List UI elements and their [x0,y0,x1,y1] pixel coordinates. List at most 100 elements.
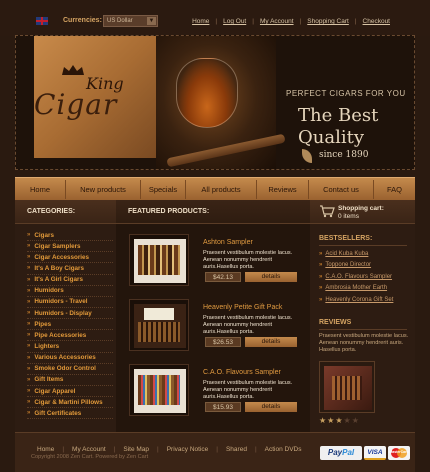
product-description: Praesent vestibulum molestie lacus. Aene… [203,250,293,271]
product-title[interactable]: Heavenly Petite Gift Pack [203,304,282,311]
bullet-icon: » [27,332,31,339]
footer-link-privacy[interactable]: Privacy Notice [159,446,217,453]
categories-sidebar: CATEGORIES: » Cigars » Cigar Samplers » Cig… [15,200,116,432]
main-nav: Home New products Specials All products … [15,177,415,200]
product-card: C.A.O. Flavours Sampler Praesent vestibu… [129,364,299,422]
shopping-cart-box[interactable]: Shopping cart: 0 items [310,200,415,224]
footer: Home | My Account | Site Map | Privacy N… [15,432,415,472]
bullet-icon: » [319,250,323,257]
mastercard-logo: MasterCard [388,446,410,460]
product-title[interactable]: C.A.O. Flavours Sampler [203,369,281,376]
top-link-home[interactable]: Home [186,18,215,25]
divider [319,245,407,246]
bullet-icon: » [27,243,31,250]
bestseller-item[interactable]: » C.A.O. Flavours Sampler [319,271,411,283]
leaf-icon [302,149,312,163]
footer-link-shared[interactable]: Shared [218,446,255,453]
bestseller-item[interactable]: » Toppone Director [319,260,411,272]
category-item[interactable]: » Cigar & Martini Pillows [27,397,113,409]
star-icon: ★ [327,416,335,425]
category-item[interactable]: » It's A Boy Cigars [27,263,113,275]
category-item[interactable]: » Lighters [27,341,113,353]
top-link-shopping-cart[interactable]: Shopping Cart [301,18,355,25]
category-item[interactable]: » Pipe Accessories [27,330,113,342]
bullet-icon: » [27,343,31,350]
category-item[interactable]: » Various Accessories [27,353,113,364]
categories-heading: CATEGORIES: [27,208,76,215]
bullet-icon: » [27,298,31,305]
nav-all-products[interactable]: All products [186,178,256,201]
product-image[interactable] [129,364,189,416]
bestseller-item[interactable]: » Heavenly Corona Gift Set [319,294,411,306]
bestsellers-heading: BESTSELLERS: [319,235,373,242]
category-item[interactable]: » Humidors - Display [27,308,113,320]
bullet-icon: » [27,310,31,317]
bullet-icon: » [319,262,323,269]
nav-faq[interactable]: FAQ [374,178,415,201]
bestseller-item[interactable]: » Ambrosia Mother Earth [319,283,411,295]
category-item[interactable]: » Gift Items [27,375,113,386]
footer-links: Home | My Account | Site Map | Privacy N… [29,446,310,453]
top-link-logout[interactable]: Log Out [217,18,252,25]
review-product-image[interactable] [319,361,375,413]
category-item[interactable]: » Smoke Odor Control [27,364,113,375]
chevron-down-icon: ▼ [147,17,156,25]
top-links: Home | Log Out | My Account | Shopping C… [186,18,396,25]
review-rating: ★ ★ ★ ★ ★ [319,416,359,425]
uk-flag-icon [36,17,48,25]
currency-selected-value: US Dollar [107,18,133,24]
bullet-icon: » [27,232,31,239]
brandy-glass-image [176,58,238,128]
header-banner: King Cigar PERFECT CIGARS FOR YOU The Be… [15,35,415,170]
bullet-icon: » [319,296,323,303]
product-description: Praesent vestibulum molestie lacus. Aene… [203,315,293,336]
product-image[interactable] [129,299,189,351]
bullet-icon: » [27,365,31,372]
nav-new-products[interactable]: New products [66,178,140,201]
footer-link-action-dvds[interactable]: Action DVDs [257,446,310,453]
banner-tagline: PERFECT CIGARS FOR YOU [286,89,406,98]
footer-link-my-account[interactable]: My Account [64,446,114,453]
category-item[interactable]: » Cigar Accessories [27,252,113,264]
star-icon: ★ [351,416,359,425]
currencies-label: Currencies: [63,17,102,24]
star-icon: ★ [343,416,351,425]
bestsellers-list: » Acid Kuba Kuba » Toppone Director » C.A.O… [319,248,411,306]
bullet-icon: » [319,273,323,280]
details-button[interactable]: details [245,272,297,282]
cart-item-count: 0 items [338,213,359,220]
nav-contact-us[interactable]: Contact us [309,178,373,201]
product-image[interactable] [129,234,189,286]
footer-link-home[interactable]: Home [29,446,62,453]
top-link-my-account[interactable]: My Account [254,18,300,25]
details-button[interactable]: details [245,337,297,347]
bestseller-item[interactable]: » Acid Kuba Kuba [319,248,411,260]
category-list: » Cigars » Cigar Samplers » Cigar Accessori… [27,230,113,420]
cart-title: Shopping cart: [338,205,384,212]
nav-home[interactable]: Home [15,178,65,201]
details-button[interactable]: details [245,402,297,412]
product-price: $42.13 [205,272,241,282]
category-item[interactable]: » Cigar Apparel [27,386,113,398]
category-item[interactable]: » Gift Certificates [27,408,113,420]
top-bar: Currencies: US Dollar ▼ Home | Log Out |… [0,0,430,36]
bullet-icon: » [27,410,31,417]
category-item[interactable]: » Cigar Samplers [27,241,113,253]
product-title[interactable]: Ashton Sampler [203,239,253,246]
copyright: Copyright 2008 Zen Cart. Powered by Zen … [31,454,149,460]
nav-reviews[interactable]: Reviews [257,178,308,201]
category-item[interactable]: » Pipes [27,319,113,331]
category-item[interactable]: » Humidors - Travel [27,297,113,308]
category-item[interactable]: » Humidors [27,286,113,297]
banner-headline-1: The Best [298,105,379,126]
bullet-icon: » [27,399,31,406]
nav-specials[interactable]: Specials [141,178,185,201]
category-item[interactable]: » It's A Girl Cigars [27,275,113,286]
category-item[interactable]: » Cigars [27,230,113,242]
product-card: Ashton Sampler Praesent vestibulum moles… [129,234,299,292]
currency-select[interactable]: US Dollar ▼ [103,15,158,27]
bullet-icon: » [27,376,31,383]
top-link-checkout[interactable]: Checkout [357,18,396,25]
footer-link-site-map[interactable]: Site Map [115,446,157,453]
paypal-logo: PayPal [320,446,362,460]
